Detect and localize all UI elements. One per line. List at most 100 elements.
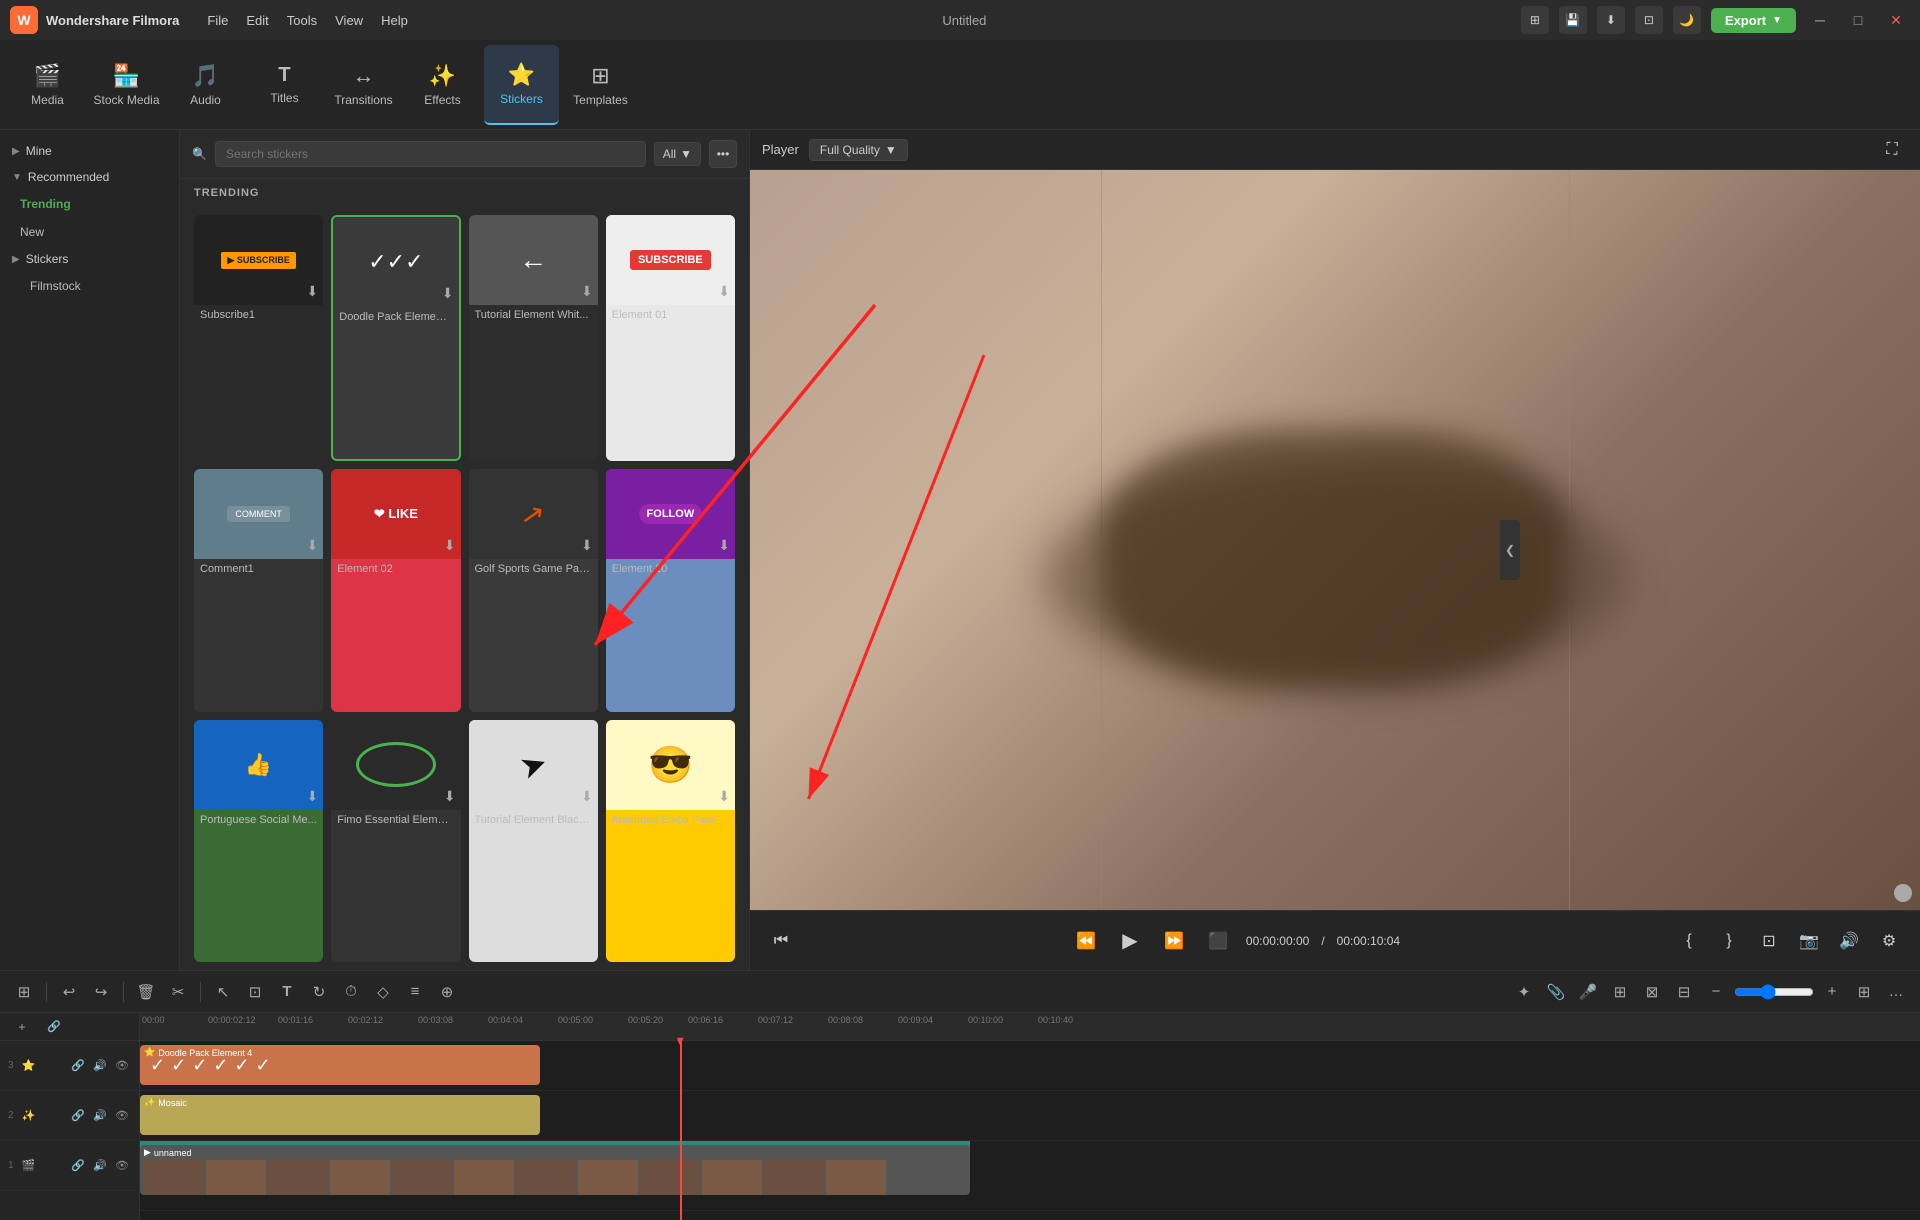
screenshot-icon[interactable]: 📷 xyxy=(1793,925,1825,957)
view-mode-icon[interactable]: ⊞ xyxy=(1850,978,1878,1006)
track-link-icon[interactable]: 🔗 xyxy=(69,1157,87,1175)
select-tool[interactable]: ↖ xyxy=(209,978,237,1006)
menu-help[interactable]: Help xyxy=(381,13,408,28)
save-cloud-icon[interactable]: 💾 xyxy=(1559,6,1587,34)
clip-icon[interactable]: 📎 xyxy=(1542,978,1570,1006)
download-icon[interactable]: ⬇ xyxy=(442,285,454,302)
download-icon[interactable]: ⬇ xyxy=(718,537,730,554)
track-link-icon[interactable]: 🔗 xyxy=(69,1107,87,1125)
player-scrubber-dot[interactable] xyxy=(1894,884,1912,902)
text-tool[interactable]: T xyxy=(273,978,301,1006)
minimize-button[interactable]: ─ xyxy=(1806,6,1834,34)
filter-dropdown[interactable]: All ▼ xyxy=(654,142,701,166)
track-audio-icon[interactable]: 🔊 xyxy=(91,1057,109,1075)
track-audio-icon[interactable]: 🔊 xyxy=(91,1157,109,1175)
sticker-fimo[interactable]: ⬇ Fimo Essential Elemen... xyxy=(331,720,460,962)
sticker-animated-emoji[interactable]: 😎 ⬇ Animated Emoji Pack ... xyxy=(606,720,735,962)
more-options-button[interactable]: ••• xyxy=(709,140,737,168)
track-eye-icon[interactable]: 👁 xyxy=(113,1157,131,1175)
play-button[interactable]: ▶ xyxy=(1114,925,1146,957)
download-icon[interactable]: ⬇ xyxy=(718,788,730,805)
download-icon[interactable]: ⬇ xyxy=(444,788,456,805)
toolbar-stock-media[interactable]: 🏪 Stock Media xyxy=(89,45,164,125)
download-icon[interactable]: ⬇ xyxy=(581,788,593,805)
toolbar-effects[interactable]: ✨ Effects xyxy=(405,45,480,125)
toolbar-stickers[interactable]: ⭐ Stickers xyxy=(484,45,559,125)
step-forward-button[interactable]: ⏩ xyxy=(1158,925,1190,957)
download-icon[interactable]: ⬇ xyxy=(718,283,730,300)
stop-button[interactable]: ⬛ xyxy=(1202,925,1234,957)
zoom-in-icon[interactable]: + xyxy=(1818,978,1846,1006)
menu-edit[interactable]: Edit xyxy=(246,13,268,28)
redo-icon[interactable]: ↪ xyxy=(87,978,115,1006)
track-audio-icon[interactable]: 🔊 xyxy=(91,1107,109,1125)
menu-view[interactable]: View xyxy=(335,13,363,28)
more-options-icon[interactable]: … xyxy=(1882,978,1910,1006)
download-icon[interactable]: ⬇ xyxy=(307,788,319,805)
download-icon[interactable]: ⬇ xyxy=(581,537,593,554)
download-icon[interactable]: ⬇ xyxy=(1597,6,1625,34)
fit-icon[interactable]: ⊡ xyxy=(1753,925,1785,957)
zoom-out-icon[interactable]: − xyxy=(1702,978,1730,1006)
mark-in-icon[interactable]: { xyxy=(1673,925,1705,957)
cut-icon[interactable]: ✂ xyxy=(164,978,192,1006)
track-eye-icon[interactable]: 👁 xyxy=(113,1107,131,1125)
export-dropdown-icon[interactable]: ▼ xyxy=(1772,15,1782,26)
clip-doodle-pack[interactable]: ⭐ Doodle Pack Element 4 ✓ ✓ ✓ ✓ ✓ ✓ xyxy=(140,1045,540,1085)
maximize-button[interactable]: □ xyxy=(1844,6,1872,34)
sticker-comment1[interactable]: COMMENT ⬇ Comment1 xyxy=(194,469,323,711)
theme-icon[interactable]: 🌙 xyxy=(1673,6,1701,34)
layout-icon[interactable]: ⊞ xyxy=(1521,6,1549,34)
section-stickers[interactable]: ▶ Stickers xyxy=(0,246,179,272)
mic-icon[interactable]: 🎤 xyxy=(1574,978,1602,1006)
sticker-subscribe1[interactable]: ▶ SUBSCRIBE ⬇ Subscribe1 xyxy=(194,215,323,461)
download-icon[interactable]: ⬇ xyxy=(444,537,456,554)
sticker-element02[interactable]: ❤ LIKE ⬇ Element 02 xyxy=(331,469,460,711)
track-link-icon[interactable]: 🔗 xyxy=(69,1057,87,1075)
toolbar-transitions[interactable]: ↔ Transitions xyxy=(326,45,401,125)
timeline-playhead[interactable]: ▼ xyxy=(680,1041,682,1220)
toolbar-audio[interactable]: 🎵 Audio xyxy=(168,45,243,125)
clock-tool[interactable]: ⏱ xyxy=(337,978,365,1006)
sticker-doodle-pack[interactable]: ✓✓✓ ⬇ Doodle Pack Element 4 xyxy=(331,215,460,461)
close-button[interactable]: ✕ xyxy=(1882,6,1910,34)
toolbar-titles[interactable]: T Titles xyxy=(247,45,322,125)
menu-file[interactable]: File xyxy=(207,13,228,28)
menu-tools[interactable]: Tools xyxy=(287,13,317,28)
download-icon[interactable]: ⬇ xyxy=(307,283,319,300)
sidebar-item-filmstock[interactable]: Filmstock xyxy=(0,272,179,300)
zoom-slider[interactable] xyxy=(1734,984,1814,1000)
settings-icon[interactable]: ⚙ xyxy=(1873,925,1905,957)
fullscreen-icon[interactable]: ⛶ xyxy=(1876,134,1908,166)
rotate-tool[interactable]: ↻ xyxy=(305,978,333,1006)
trim-tool[interactable]: ⊡ xyxy=(241,978,269,1006)
sticker-element20[interactable]: FOLLOW ⬇ Element 20 xyxy=(606,469,735,711)
skip-back-icon[interactable]: ⏮ xyxy=(765,925,797,957)
timeline-grid-icon[interactable]: ⊞ xyxy=(10,978,38,1006)
grid-icon[interactable]: ⊡ xyxy=(1635,6,1663,34)
quality-selector[interactable]: Full Quality ▼ xyxy=(809,139,908,161)
sticker-tutorial-black[interactable]: ➤ ⬇ Tutorial Element Black 3 xyxy=(469,720,598,962)
clip-unnamed[interactable]: ▶ unnamed xyxy=(140,1145,970,1195)
magic-tool[interactable]: ✦ xyxy=(1510,978,1538,1006)
toolbar-media[interactable]: 🎬 Media xyxy=(10,45,85,125)
track-eye-icon[interactable]: 👁 xyxy=(113,1057,131,1075)
panel-collapse-button[interactable]: ❮ xyxy=(1500,520,1520,580)
delete-icon[interactable]: 🗑 xyxy=(132,978,160,1006)
toolbar-templates[interactable]: ⊞ Templates xyxy=(563,45,638,125)
zoom-range[interactable] xyxy=(1734,984,1814,1000)
sticker-portuguese[interactable]: 👍 ⬇ Portuguese Social Me... xyxy=(194,720,323,962)
audio-icon[interactable]: 🔊 xyxy=(1833,925,1865,957)
export-button[interactable]: Export ▼ xyxy=(1711,8,1796,33)
more-tool-2[interactable]: ⊠ xyxy=(1638,978,1666,1006)
section-recommended[interactable]: ▼ Recommended xyxy=(0,164,179,190)
search-input[interactable] xyxy=(215,141,646,167)
download-icon[interactable]: ⬇ xyxy=(581,283,593,300)
audio-tool[interactable]: ≡ xyxy=(401,978,429,1006)
effects-tool[interactable]: ⊕ xyxy=(433,978,461,1006)
color-tool[interactable]: ◇ xyxy=(369,978,397,1006)
download-icon[interactable]: ⬇ xyxy=(307,537,319,554)
add-track-icon[interactable]: + xyxy=(8,1013,36,1041)
sidebar-item-new[interactable]: New xyxy=(0,218,179,246)
sticker-tutorial-white[interactable]: ← ⬇ Tutorial Element Whit... xyxy=(469,215,598,461)
